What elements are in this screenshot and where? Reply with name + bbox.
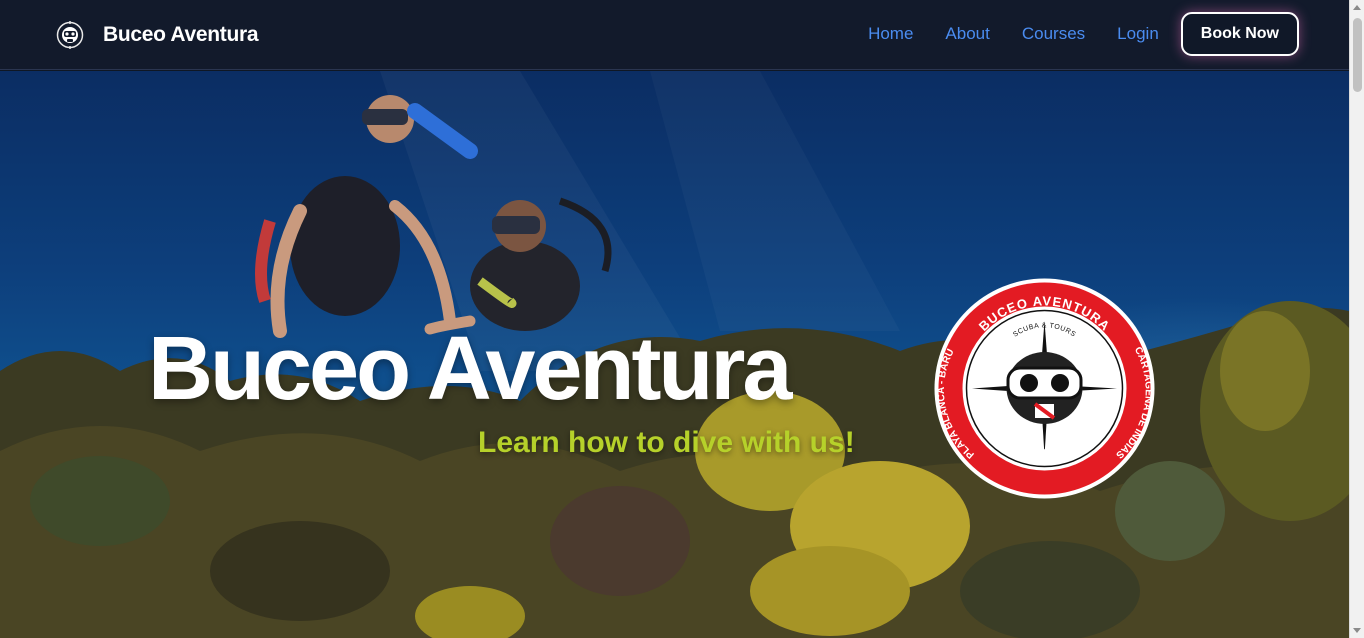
top-navbar: Buceo Aventura Home About Courses Login … [0,0,1349,70]
nav-link-home[interactable]: Home [868,24,913,44]
page-scrollbar[interactable] [1349,0,1364,638]
brand-name: Buceo Aventura [103,23,259,46]
scrollbar-thumb[interactable] [1353,18,1362,92]
scroll-down-arrow-icon[interactable] [1353,628,1361,633]
nav-links: Home About Courses Login Book Now [836,12,1299,56]
hero-title: Buceo Aventura [148,319,792,419]
scroll-up-arrow-icon[interactable] [1353,5,1361,10]
brand[interactable]: Buceo Aventura [56,17,259,53]
hero-section: Buceo Aventura Learn how to dive with us… [0,71,1349,638]
nav-link-about[interactable]: About [945,24,989,44]
nav-link-login[interactable]: Login [1117,24,1159,44]
diver-mask-skull-icon: BUCEO AVENTURA SCUBA & TOURS PLAYA BLANC… [934,278,1155,499]
nav-link-courses[interactable]: Courses [1022,24,1085,44]
hero-subtitle: Learn how to dive with us! [478,426,855,459]
diver-mask-logo-icon [56,21,84,49]
book-now-button[interactable]: Book Now [1180,12,1299,56]
